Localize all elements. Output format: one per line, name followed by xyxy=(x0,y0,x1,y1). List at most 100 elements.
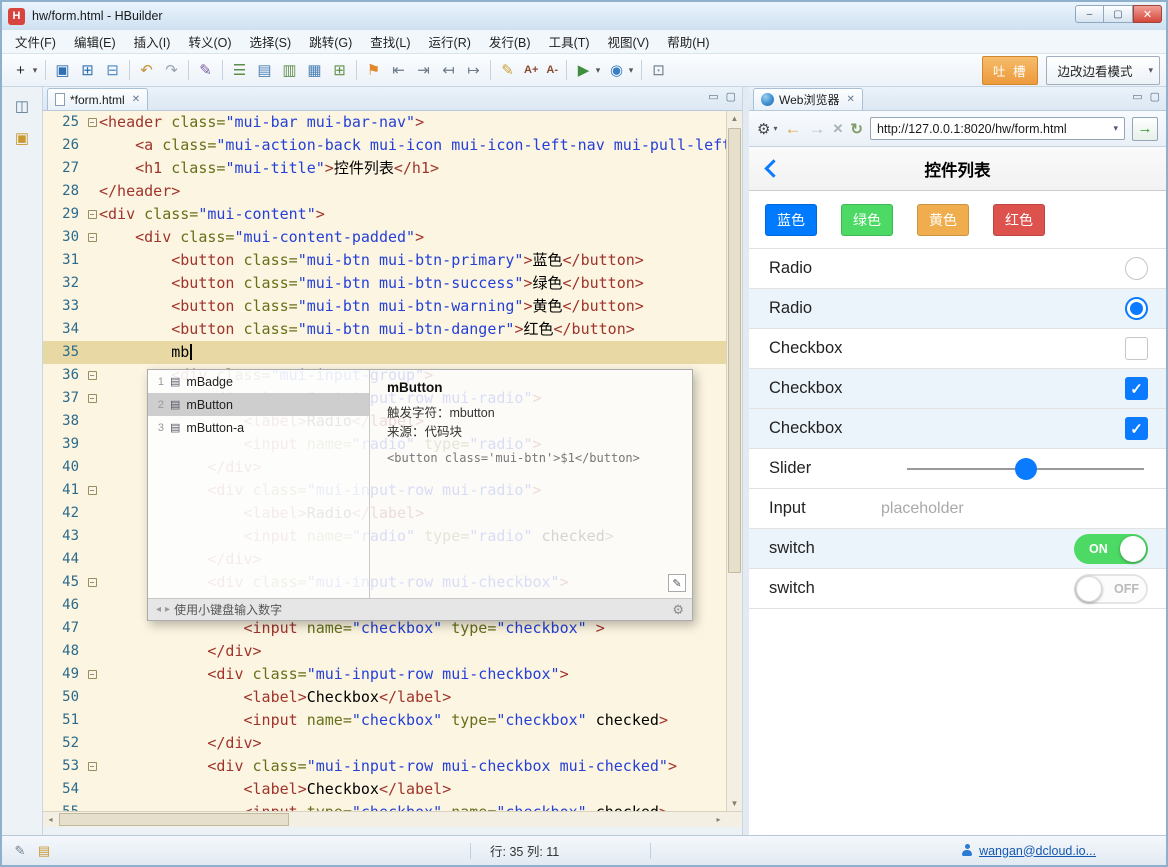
color-button-danger[interactable]: 红色 xyxy=(993,204,1045,236)
fold-marker-icon[interactable]: − xyxy=(85,203,99,226)
scroll-up-icon[interactable]: ▲ xyxy=(727,111,742,126)
redo-icon[interactable]: ↷ xyxy=(160,59,183,82)
browser-preview-icon[interactable]: ◉ xyxy=(605,59,628,82)
code-line[interactable]: 34 <button class="mui-btn mui-btn-danger… xyxy=(43,318,726,341)
menu-edit[interactable]: 编辑(E) xyxy=(65,29,125,54)
scroll-left-icon[interactable]: ◂ xyxy=(43,812,58,827)
run-dropdown-icon[interactable]: ▾ xyxy=(593,59,603,82)
refresh-icon[interactable]: ↻ xyxy=(850,120,863,138)
jump-back-icon[interactable]: ↤ xyxy=(437,59,460,82)
bookmark-icon[interactable]: ⚑ xyxy=(362,59,385,82)
color-pencil-icon[interactable]: ✎ xyxy=(496,59,519,82)
autocomplete-item[interactable]: 1▤mBadge xyxy=(148,370,369,393)
menu-goto[interactable]: 跳转(G) xyxy=(300,29,361,54)
radio-unchecked[interactable] xyxy=(1125,257,1148,280)
vertical-scrollbar[interactable]: ▲ ▼ xyxy=(726,111,742,811)
fold-marker-icon[interactable]: − xyxy=(85,571,99,594)
code-line[interactable]: 33 <button class="mui-btn mui-btn-warnin… xyxy=(43,295,726,318)
fold-marker-icon[interactable]: − xyxy=(85,111,99,134)
switch-on[interactable]: ON xyxy=(1074,534,1148,564)
url-input[interactable]: http://127.0.0.1:8020/hw/form.html ▾ xyxy=(870,117,1125,140)
code-line[interactable]: 32 <button class="mui-btn mui-btn-succes… xyxy=(43,272,726,295)
checkbox-unchecked[interactable] xyxy=(1125,337,1148,360)
file-status-icon[interactable]: ▤ xyxy=(34,841,54,861)
vertical-scroll-thumb[interactable] xyxy=(728,128,741,573)
stop-icon[interactable]: ✕ xyxy=(832,121,843,137)
code-line[interactable]: 27 <h1 class="mui-title">控件列表</h1> xyxy=(43,157,726,180)
documents-icon[interactable]: ▣ xyxy=(11,127,33,149)
menu-view[interactable]: 视图(V) xyxy=(599,29,659,54)
checkbox-checked[interactable]: ✓ xyxy=(1125,417,1148,440)
code-line[interactable]: 52 </div> xyxy=(43,732,726,755)
undo-icon[interactable]: ↶ xyxy=(135,59,158,82)
toggle-panel-icon[interactable]: ◫ xyxy=(11,95,33,117)
menu-insert[interactable]: 插入(I) xyxy=(125,29,180,54)
snippet-list-icon[interactable]: ▤ xyxy=(253,59,276,82)
menu-publish[interactable]: 发行(B) xyxy=(480,29,540,54)
titlebar[interactable]: H hw/form.html - HBuilder – ▢ ✕ xyxy=(2,2,1166,30)
new-file-icon[interactable]: + xyxy=(9,59,32,82)
go-button[interactable]: → xyxy=(1132,117,1158,141)
console-icon[interactable]: ⊡ xyxy=(647,59,670,82)
url-dropdown-icon[interactable]: ▾ xyxy=(1109,123,1118,134)
autocomplete-item[interactable]: 2▤mButton xyxy=(148,393,369,416)
font-increase-icon[interactable]: A+ xyxy=(521,59,541,82)
nav-left-icon[interactable]: ◂ xyxy=(156,604,161,615)
structure-grid-icon[interactable]: ▦ xyxy=(303,59,326,82)
horizontal-scroll-thumb[interactable] xyxy=(59,813,289,826)
fold-marker-icon[interactable]: − xyxy=(85,226,99,249)
block-list-icon[interactable]: ⊞ xyxy=(328,59,351,82)
close-button[interactable]: ✕ xyxy=(1133,5,1162,23)
tucao-button[interactable]: 吐 槽 xyxy=(982,56,1038,85)
scroll-right-icon[interactable]: ▸ xyxy=(711,812,726,827)
color-button-warning[interactable]: 黄色 xyxy=(917,204,969,236)
code-line[interactable]: 55 <input type="checkbox" name="checkbox… xyxy=(43,801,726,811)
code-line[interactable]: 30− <div class="mui-content-padded"> xyxy=(43,226,726,249)
menu-file[interactable]: 文件(F) xyxy=(6,29,65,54)
code-line[interactable]: 35 mb xyxy=(43,341,726,364)
slider-thumb[interactable] xyxy=(1015,458,1037,480)
minimize-button[interactable]: – xyxy=(1075,5,1104,23)
tab-web-browser[interactable]: Web浏览器 ✕ xyxy=(753,88,863,110)
color-button-success[interactable]: 绿色 xyxy=(841,204,893,236)
code-line[interactable]: 25−<header class="mui-bar mui-bar-nav"> xyxy=(43,111,726,134)
menu-run[interactable]: 运行(R) xyxy=(420,29,480,54)
task-list-icon[interactable]: ▥ xyxy=(278,59,301,82)
forward-icon[interactable]: → xyxy=(808,119,825,139)
menu-help[interactable]: 帮助(H) xyxy=(658,29,718,54)
code-line[interactable]: 49− <div class="mui-input-row mui-checkb… xyxy=(43,663,726,686)
save-all-icon[interactable]: ⊞ xyxy=(76,59,99,82)
autocomplete-item[interactable]: 3▤mButton-a xyxy=(148,416,369,439)
tab-close-icon[interactable]: ✕ xyxy=(132,94,140,105)
text-input[interactable]: placeholder xyxy=(881,500,1148,518)
fold-marker-icon[interactable]: − xyxy=(85,755,99,778)
chevron-down-icon[interactable]: ▾ xyxy=(773,124,777,133)
maximize-pane-icon[interactable]: ▢ xyxy=(1150,92,1160,103)
code-line[interactable]: 26 <a class="mui-action-back mui-icon mu… xyxy=(43,134,726,157)
browser-dropdown-icon[interactable]: ▾ xyxy=(626,59,636,82)
menu-select[interactable]: 选择(S) xyxy=(241,29,301,54)
maximize-pane-icon[interactable]: ▢ xyxy=(726,92,736,103)
code-line[interactable]: 48 </div> xyxy=(43,640,726,663)
fold-marker-icon[interactable]: − xyxy=(85,387,99,410)
edit-snippet-icon[interactable]: ✎ xyxy=(668,574,686,592)
edit-mode-icon[interactable]: ✎ xyxy=(10,841,30,861)
mode-dropdown[interactable]: 边改边看模式 ▾ xyxy=(1046,56,1160,85)
nav-right-icon[interactable]: ▸ xyxy=(165,604,170,615)
code-line[interactable]: 29−<div class="mui-content"> xyxy=(43,203,726,226)
code-line[interactable]: 28</header> xyxy=(43,180,726,203)
fold-marker-icon[interactable]: − xyxy=(85,479,99,502)
menu-find[interactable]: 查找(L) xyxy=(361,29,419,54)
minimize-pane-icon[interactable]: ▭ xyxy=(1132,92,1142,103)
menu-tools[interactable]: 工具(T) xyxy=(540,29,599,54)
code-line[interactable]: 51 <input name="checkbox" type="checkbox… xyxy=(43,709,726,732)
settings-gear-icon[interactable]: ⚙ xyxy=(757,120,770,138)
new-dropdown-icon[interactable]: ▾ xyxy=(30,59,40,82)
format-code-icon[interactable]: ✎ xyxy=(194,59,217,82)
back-chevron-icon[interactable] xyxy=(764,159,782,177)
tab-close-icon[interactable]: ✕ xyxy=(846,94,854,105)
scroll-down-icon[interactable]: ▼ xyxy=(727,796,742,811)
indent-right-icon[interactable]: ⇥ xyxy=(412,59,435,82)
revert-file-icon[interactable]: ⊟ xyxy=(101,59,124,82)
code-line[interactable]: 54 <label>Checkbox</label> xyxy=(43,778,726,801)
